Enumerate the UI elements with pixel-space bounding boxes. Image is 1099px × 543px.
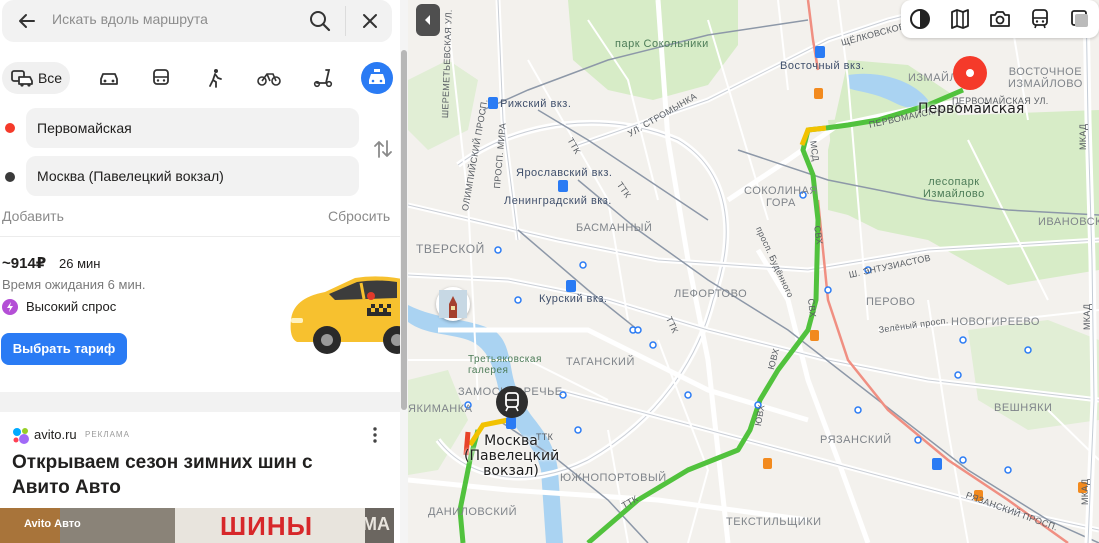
mode-bus-tab[interactable] xyxy=(147,62,175,94)
map-label-novogireevo: НОВОГИРЕЕВО xyxy=(951,316,1040,328)
end-point-dot xyxy=(5,172,15,182)
transit-icon[interactable] xyxy=(1028,7,1052,31)
map-label-veshnyaki: ВЕШНЯКИ xyxy=(994,402,1053,414)
search-separator xyxy=(345,6,346,36)
panorama-icon[interactable] xyxy=(908,7,932,31)
route-search-bar[interactable]: Искать вдоль маршрута xyxy=(2,0,392,42)
reset-route-link[interactable]: Сбросить xyxy=(328,208,390,224)
mode-taxi-tab[interactable] xyxy=(361,62,393,94)
map-label-sokolniki-park: парк Сокольники xyxy=(615,38,709,50)
car-icon xyxy=(100,73,118,85)
back-arrow-icon[interactable] xyxy=(14,8,40,34)
route-sidebar: Искать вдоль маршрута Все Первомайская М… xyxy=(0,0,408,543)
map-label-yuzhnoportovy: ЮЖНОПОРТОВЫЙ xyxy=(560,472,667,484)
ad-shop-sign: ШИНЫ xyxy=(175,508,365,543)
transport-mode-tabs: Все xyxy=(0,60,400,96)
section-divider xyxy=(0,236,400,237)
chevron-left-icon xyxy=(425,15,430,25)
location-pin-icon xyxy=(966,69,974,77)
map-label-sokolinaya-gora: СОКОЛИНАЯ ГОРА xyxy=(744,185,818,209)
swap-icon[interactable] xyxy=(372,138,394,160)
mode-walk-tab[interactable] xyxy=(201,62,229,94)
mode-scooter-tab[interactable] xyxy=(309,62,337,94)
taxi-wait-time: Время ожидания 6 мин. xyxy=(2,277,146,292)
route-from-field[interactable]: Первомайская xyxy=(26,108,359,148)
end-station-pin[interactable] xyxy=(496,386,528,418)
traffic-icon[interactable] xyxy=(948,7,972,31)
map-label-mkad-3: МКАД xyxy=(1080,478,1090,505)
start-point-label: Первомайская xyxy=(918,101,1025,117)
bus-icon xyxy=(153,69,169,85)
map-label-tretyakov: Третьяковская галерея xyxy=(468,354,542,376)
map-label-mkad-2: МКАД xyxy=(1082,303,1092,330)
map-label-mkad-1: МКАД xyxy=(1078,123,1088,150)
train-icon xyxy=(505,392,519,412)
ad-title[interactable]: Открываем сезон зимних шин с Авито Авто xyxy=(12,450,342,500)
kremlin-landmark-icon[interactable] xyxy=(436,287,470,321)
yandex-maps-app: Искать вдоль маршрута Все Первомайская М… xyxy=(0,0,1099,543)
map-label-svh-2: СВХ xyxy=(806,298,818,318)
transport-all-icon xyxy=(11,70,33,87)
select-tariff-button[interactable]: Выбрать тариф xyxy=(1,333,127,365)
ad-brand: Avito Авто xyxy=(24,518,81,530)
ad-label: РЕКЛАМА xyxy=(85,430,130,439)
map-label-vostochny: Восточный вкз. xyxy=(780,60,865,72)
taxi-icon xyxy=(369,69,385,84)
add-point-link[interactable]: Добавить xyxy=(2,208,64,224)
more-options-icon[interactable] xyxy=(368,425,382,445)
camera-icon[interactable] xyxy=(988,7,1012,31)
ad-sign-text: ШИНЫ xyxy=(220,511,314,541)
map-label-basmanny: БАСМАННЫЙ xyxy=(576,222,653,234)
map-label-kursky: Курский вкз. xyxy=(539,293,608,305)
map-label-danilovsky: ДАНИЛОВСКИЙ xyxy=(428,506,518,518)
scooter-icon xyxy=(313,69,333,88)
ad-image[interactable]: Avito Авто ШИНЫ МА xyxy=(0,508,394,543)
taxi-car-illustration xyxy=(290,276,407,354)
map-layers-toolbar xyxy=(901,0,1099,38)
map-label-lefortovo: ЛЕФОРТОВО xyxy=(674,288,748,300)
mode-all-label: Все xyxy=(37,70,63,86)
mode-all-tab[interactable]: Все xyxy=(2,62,70,94)
map-label-yaroslavsky: Ярославский вкз. xyxy=(516,167,613,179)
start-point-pin[interactable] xyxy=(953,56,987,90)
ad-domain[interactable]: avito.ru xyxy=(34,427,77,442)
map-label-vostochnoe-izmaylovo: ВОСТОЧНОЕ ИЗМАЙЛОВО xyxy=(1008,66,1083,90)
start-point-dot xyxy=(5,123,15,133)
map-label-tagansky: ТАГАНСКИЙ xyxy=(566,356,635,368)
route-to-field[interactable]: Москва (Павелецкий вокзал) xyxy=(26,156,359,196)
map-label-perovo: ПЕРОВО xyxy=(866,296,916,308)
close-icon[interactable] xyxy=(358,9,382,33)
high-demand-icon xyxy=(2,299,18,315)
search-icon[interactable] xyxy=(307,8,333,34)
map-label-rizhsky: Рижский вкз. xyxy=(500,98,572,110)
map-label-leningradsky: Ленинградский вкз. xyxy=(504,195,612,207)
bicycle-icon xyxy=(257,73,281,86)
map-label-izmaylovo-forest: лесопарк Измайлово xyxy=(923,176,985,200)
tower-icon xyxy=(439,290,467,318)
avito-logo-icon xyxy=(13,428,29,444)
ad-sign-more: МА xyxy=(362,514,390,534)
section-gap xyxy=(0,392,400,412)
ad-card[interactable]: avito.ru РЕКЛАМА Открываем сезон зимних … xyxy=(0,412,394,543)
layers-icon[interactable] xyxy=(1068,7,1092,31)
map-label-ivanovskoe: ИВАНОВСКОЕ xyxy=(1038,216,1099,228)
map-label-tekstilshchiki: ТЕКСТИЛЬЩИКИ xyxy=(726,516,822,528)
collapse-panel-button[interactable] xyxy=(416,4,440,36)
pedestrian-icon xyxy=(209,69,222,88)
mode-car-tab[interactable] xyxy=(95,62,123,94)
map-label-yakimanka: ЯКИМАНКА xyxy=(408,403,473,415)
high-demand-label: Высокий спрос xyxy=(26,299,117,314)
end-point-label: Москва (Павелецкий вокзал) xyxy=(464,433,560,479)
sidebar-scrollbar-thumb[interactable] xyxy=(401,50,407,410)
taxi-price: ~914₽ xyxy=(2,255,47,272)
mode-bike-tab[interactable] xyxy=(254,62,284,94)
map-label-ryazansky: РЯЗАНСКИЙ xyxy=(820,434,892,446)
taxi-duration: 26 мин xyxy=(59,256,101,271)
search-input[interactable]: Искать вдоль маршрута xyxy=(52,11,208,27)
map-label-tverskoy: ТВЕРСКОЙ xyxy=(416,242,485,256)
